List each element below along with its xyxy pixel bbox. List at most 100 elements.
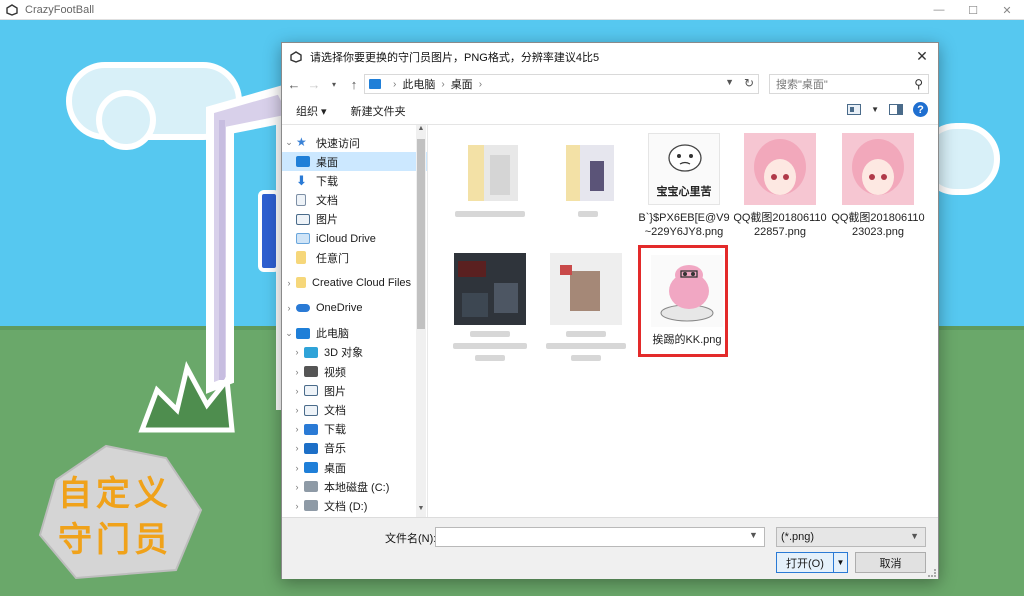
music-icon <box>304 442 318 454</box>
minimize-button[interactable]: — <box>922 0 956 20</box>
file-item-sticker[interactable]: 宝宝心里苦 B`}$PX6EB[E@V9~229Y6JY8.png <box>636 133 732 239</box>
file-name: QQ截图20180611022857.png <box>733 212 827 238</box>
address-bar[interactable]: › 此电脑 › 桌面 › ▼ ↻ <box>364 74 759 94</box>
game-titlebar: CrazyFootBall — ☐ ✕ <box>0 0 1024 20</box>
search-placeholder: 搜索"桌面" <box>776 79 828 91</box>
tree-item-pc-2[interactable]: › 图片 <box>282 381 427 400</box>
chevron-right-icon[interactable]: › <box>290 463 304 473</box>
chevron-right-icon[interactable]: › <box>290 386 304 396</box>
tree-creative-cloud[interactable]: › Creative Cloud Files <box>282 273 427 292</box>
filename-input[interactable] <box>435 527 765 547</box>
dialog-close-button[interactable]: ✕ <box>914 48 930 64</box>
file-item-folder[interactable] <box>442 133 538 217</box>
filetype-select[interactable]: (*.png) ▼ <box>776 527 926 547</box>
tree-label: 本地磁盘 (C:) <box>324 481 390 494</box>
tree-item-pc-4[interactable]: › 下载 <box>282 420 427 439</box>
preview-pane-icon[interactable] <box>889 104 903 115</box>
folder-thumbnail <box>454 133 526 205</box>
chevron-right-icon[interactable]: › <box>290 443 304 453</box>
tree-label: 快速访问 <box>316 137 360 150</box>
view-dropdown-icon[interactable]: ▼ <box>871 105 879 114</box>
custom-goalkeeper-button[interactable]: 自定义 守门员 <box>36 440 206 580</box>
breadcrumb-this-pc[interactable]: 此电脑 <box>402 76 435 92</box>
scrollbar-thumb[interactable] <box>417 139 425 329</box>
tree-item-anydoor[interactable]: 任意门 <box>282 248 427 267</box>
desktop-icon <box>304 462 318 474</box>
file-item-image[interactable]: QQ截图20180611022857.png <box>732 133 828 239</box>
chevron-down-icon[interactable]: ▼ <box>910 531 919 541</box>
file-item-image[interactable]: QQ截图20180611023023.png <box>830 133 926 239</box>
tree-item-pc-3[interactable]: › 文档 <box>282 400 427 419</box>
icloud-icon <box>296 233 310 245</box>
tree-this-pc[interactable]: ⌄ 此电脑 <box>282 324 427 343</box>
refresh-icon[interactable]: ↻ <box>744 76 754 90</box>
new-folder-button[interactable]: 新建文件夹 <box>351 103 406 119</box>
tree-item-pc-7[interactable]: › 本地磁盘 (C:) <box>282 477 427 496</box>
back-arrow-icon[interactable]: ← <box>286 76 302 92</box>
open-button[interactable]: 打开(O) ▼ <box>776 552 848 573</box>
filename-dropdown-icon[interactable]: ▼ <box>749 530 758 540</box>
video-icon <box>304 366 318 378</box>
chevron-right-icon: › <box>393 78 397 90</box>
chevron-down-icon[interactable]: ⌄ <box>282 137 296 148</box>
breadcrumb-desktop[interactable]: 桌面 <box>451 76 473 92</box>
resize-grip-icon[interactable] <box>928 569 936 577</box>
tree-quick-access[interactable]: ⌄ ★ 快速访问 <box>282 133 427 152</box>
anime-thumbnail <box>842 133 914 205</box>
close-window-button[interactable]: ✕ <box>990 0 1024 20</box>
tree-label: 桌面 <box>316 156 338 169</box>
chevron-right-icon[interactable]: › <box>282 278 296 288</box>
file-item-blurred[interactable] <box>442 253 538 361</box>
recent-locations-icon[interactable]: ▾ <box>326 76 342 92</box>
chevron-right-icon[interactable]: › <box>290 424 304 434</box>
dialog-title: 请选择你要更换的守门员图片，PNG格式，分辨率建议4比5 <box>310 52 600 64</box>
dialog-toolbar: 组织 ▾ 新建文件夹 ▼ ? <box>282 97 938 125</box>
this-pc-icon <box>296 327 310 339</box>
tree-item-pc-8[interactable]: › 文档 (D:) <box>282 496 427 515</box>
tree-item-documents[interactable]: 文档 ✎ <box>282 191 427 210</box>
search-box[interactable]: 搜索"桌面" ⚲ <box>769 74 929 94</box>
maximize-button[interactable]: ☐ <box>956 0 990 20</box>
forward-arrow-icon[interactable]: → <box>306 76 322 92</box>
chevron-right-icon[interactable]: › <box>290 367 304 377</box>
tree-item-downloads[interactable]: ⬇ 下载 ✎ <box>282 171 427 190</box>
download-icon: ⬇ <box>296 173 307 189</box>
tree-label: 文档 <box>324 405 346 418</box>
open-file-dialog: 请选择你要更换的守门员图片，PNG格式，分辨率建议4比5 ✕ ← → ▾ ↑ ›… <box>281 42 939 579</box>
chevron-right-icon[interactable]: › <box>290 405 304 415</box>
file-name: B`}$PX6EB[E@V9~229Y6JY8.png <box>638 212 730 238</box>
change-view-icon[interactable] <box>847 104 862 115</box>
chevron-right-icon: › <box>441 78 445 90</box>
scroll-up-icon[interactable]: ▲ <box>416 125 426 137</box>
file-item-blurred[interactable] <box>538 253 634 361</box>
tree-label: iCloud Drive <box>316 232 376 245</box>
chevron-right-icon[interactable]: › <box>290 347 304 357</box>
star-icon: ★ <box>296 135 307 150</box>
tree-item-pc-1[interactable]: › 视频 <box>282 362 427 381</box>
tree-item-pc-0[interactable]: › 3D 对象 <box>282 343 427 362</box>
cancel-button[interactable]: 取消 <box>855 552 926 573</box>
document-icon <box>296 194 306 207</box>
chevron-right-icon: › <box>478 78 483 90</box>
chevron-right-icon[interactable]: › <box>282 303 296 313</box>
tree-item-pc-5[interactable]: › 音乐 <box>282 439 427 458</box>
address-dropdown-icon[interactable]: ▼ <box>725 77 734 87</box>
tree-item-desktop[interactable]: 桌面 ✎ <box>282 152 427 172</box>
tree-item-icloud[interactable]: iCloud Drive ✎ <box>282 229 427 248</box>
tree-item-pictures[interactable]: 图片 ✎ <box>282 210 427 229</box>
chevron-right-icon[interactable]: › <box>290 482 304 492</box>
tree-onedrive[interactable]: › OneDrive <box>282 299 427 318</box>
chevron-right-icon[interactable]: › <box>290 501 304 511</box>
search-icon[interactable]: ⚲ <box>914 77 923 91</box>
up-arrow-icon[interactable]: ↑ <box>346 76 362 92</box>
navigation-scrollbar[interactable]: ▲ ▼ <box>416 125 426 517</box>
onedrive-icon <box>296 304 310 313</box>
file-list: 宝宝心里苦 B`}$PX6EB[E@V9~229Y6JY8.png QQ截图20… <box>430 125 938 517</box>
scroll-down-icon[interactable]: ▼ <box>416 505 426 517</box>
chevron-down-icon[interactable]: ⌄ <box>282 328 296 339</box>
open-split-arrow-icon[interactable]: ▼ <box>833 553 847 572</box>
file-item-folder[interactable] <box>540 133 636 217</box>
tree-item-pc-6[interactable]: › 桌面 <box>282 458 427 477</box>
help-icon[interactable]: ? <box>913 102 928 117</box>
organize-menu[interactable]: 组织 ▾ <box>296 103 327 119</box>
